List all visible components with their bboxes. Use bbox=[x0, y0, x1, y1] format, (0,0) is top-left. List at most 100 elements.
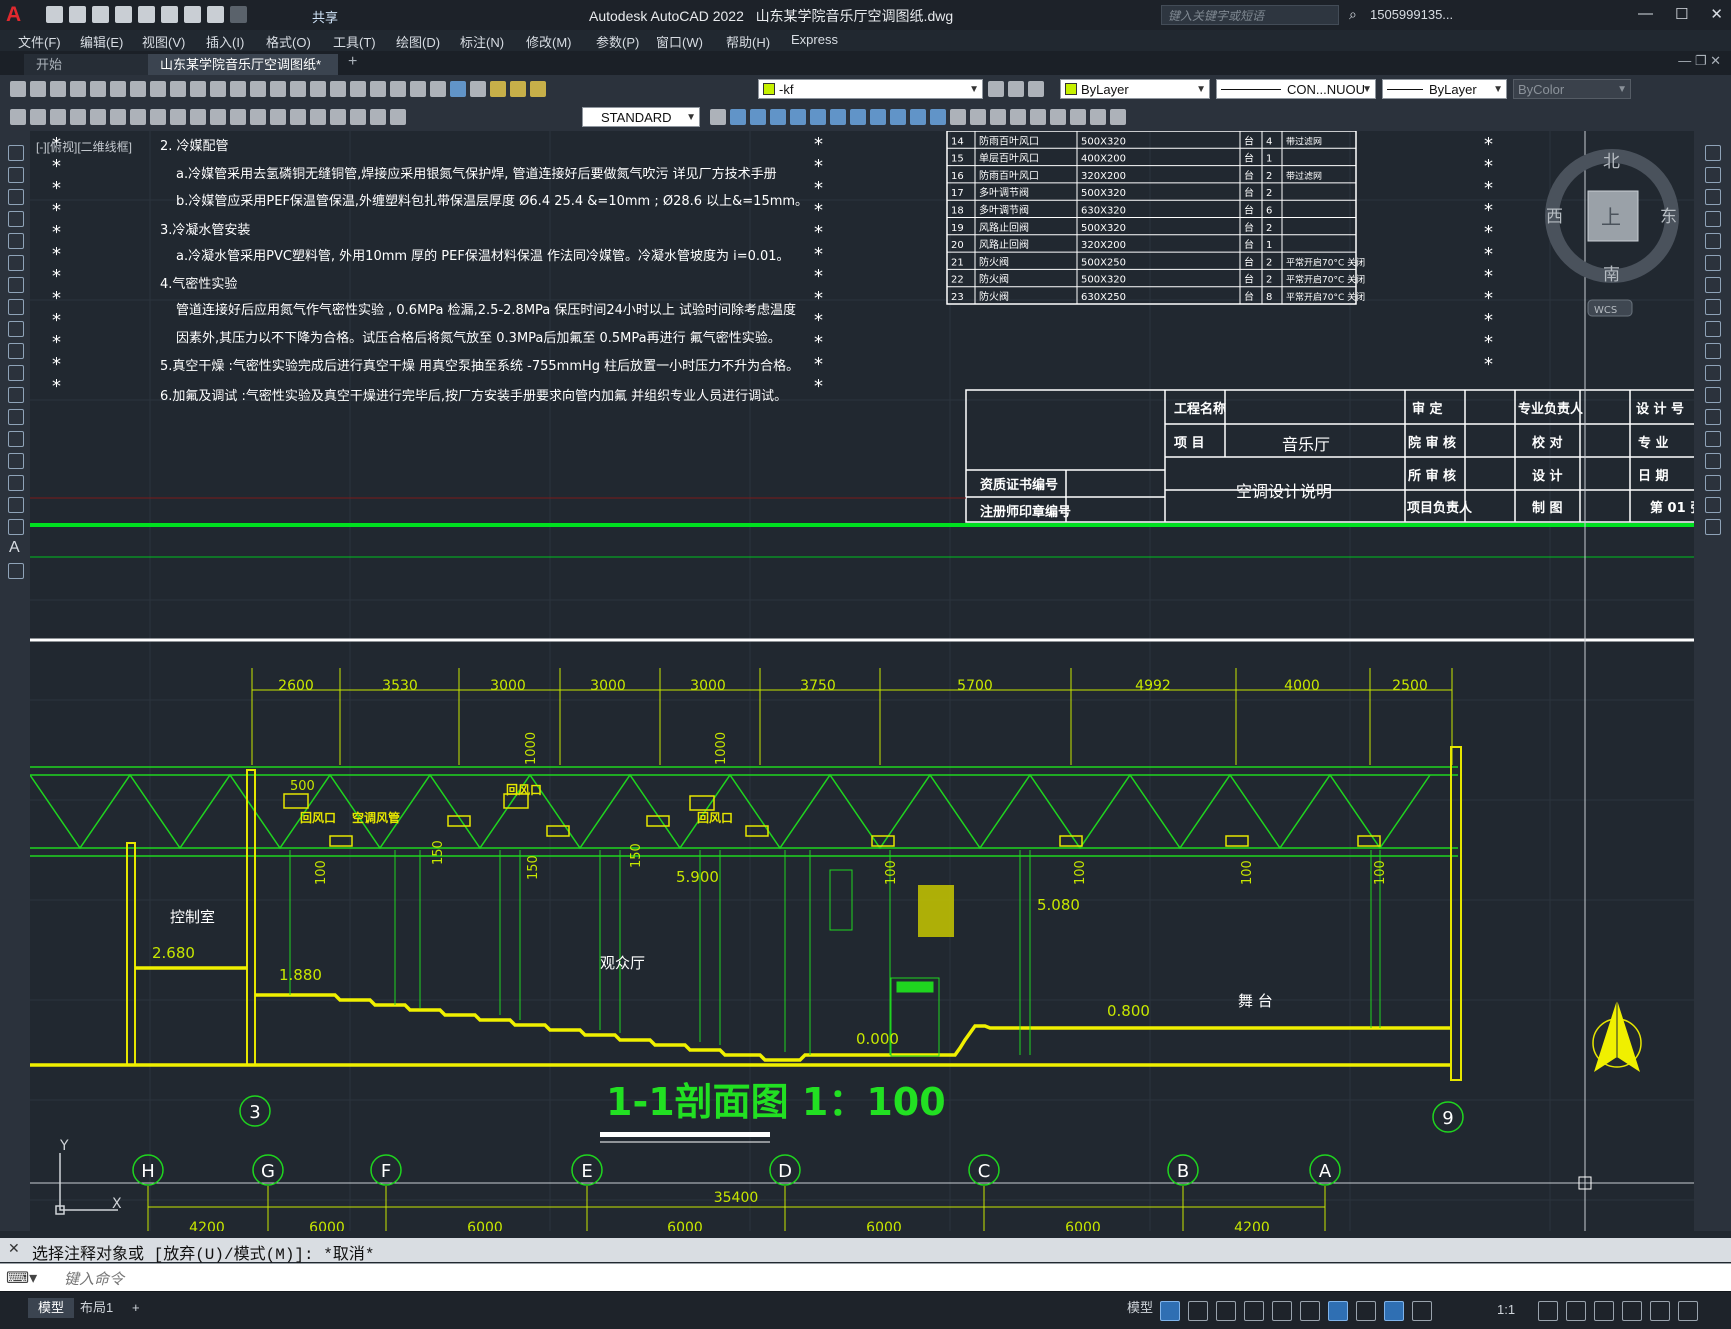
mirror-icon[interactable] bbox=[1705, 189, 1721, 205]
inspection-icon[interactable] bbox=[330, 109, 346, 125]
auto-scale-icon[interactable] bbox=[1412, 1301, 1432, 1321]
make-block-icon[interactable] bbox=[8, 409, 24, 425]
viewcube-south[interactable]: 南 bbox=[1603, 265, 1620, 285]
viewcube-top[interactable]: 上 bbox=[1601, 205, 1621, 229]
plotstyle-dropdown[interactable]: ByColor ▼ bbox=[1513, 79, 1631, 99]
grid-icon[interactable] bbox=[1160, 1301, 1180, 1321]
bring-above-icon[interactable] bbox=[770, 109, 786, 125]
lineweight-icon[interactable] bbox=[1356, 1301, 1376, 1321]
design-center-icon[interactable] bbox=[350, 81, 366, 97]
continue-dim-icon[interactable] bbox=[270, 109, 286, 125]
hardware-accel-icon[interactable] bbox=[1622, 1301, 1642, 1321]
layer-freeze-icon[interactable] bbox=[510, 81, 526, 97]
dim-update-icon[interactable] bbox=[390, 109, 406, 125]
calculator-icon[interactable] bbox=[430, 81, 446, 97]
copy-icon[interactable] bbox=[150, 81, 166, 97]
dim-text-edit-icon[interactable] bbox=[370, 109, 386, 125]
dim-style-icon[interactable] bbox=[710, 109, 726, 125]
add-layout-icon[interactable]: + bbox=[122, 1298, 150, 1318]
object-snap-tracking-icon[interactable] bbox=[1300, 1301, 1320, 1321]
web-save-icon[interactable] bbox=[161, 6, 178, 23]
open-icon[interactable] bbox=[30, 81, 46, 97]
block-editor-icon[interactable] bbox=[950, 109, 966, 125]
layer-lock-icon[interactable] bbox=[530, 81, 546, 97]
menu-window[interactable]: 窗口(W) bbox=[656, 32, 703, 51]
table-icon[interactable] bbox=[10, 109, 26, 125]
zoom-realtime-icon[interactable] bbox=[270, 81, 286, 97]
line-icon[interactable] bbox=[8, 145, 24, 161]
web-open-icon[interactable] bbox=[138, 6, 155, 23]
baseline-dim-icon[interactable] bbox=[250, 109, 266, 125]
explode-icon[interactable] bbox=[1705, 519, 1721, 535]
viewcube-east[interactable]: 东 bbox=[1660, 207, 1677, 227]
spline-icon[interactable] bbox=[8, 321, 24, 337]
refedit-icon[interactable] bbox=[1090, 109, 1106, 125]
linetype-dropdown[interactable]: CON...NUOU ▼ bbox=[1216, 79, 1376, 99]
layer-dropdown[interactable]: -kf ▼ bbox=[758, 79, 983, 99]
xref-icon[interactable] bbox=[970, 109, 986, 125]
erase-icon[interactable] bbox=[1705, 145, 1721, 161]
lineweight-dropdown[interactable]: ByLayer ▼ bbox=[1382, 79, 1507, 99]
jogged-dim-icon[interactable] bbox=[170, 109, 186, 125]
tab-model[interactable]: 模型 bbox=[28, 1298, 75, 1318]
move-icon[interactable] bbox=[1705, 255, 1721, 271]
zoom-window-icon[interactable] bbox=[290, 81, 306, 97]
dim-edit-icon[interactable] bbox=[350, 109, 366, 125]
polygon-icon[interactable] bbox=[8, 211, 24, 227]
layer-previous-icon[interactable] bbox=[1008, 81, 1024, 97]
break-point-icon[interactable] bbox=[1705, 387, 1721, 403]
circle-icon[interactable] bbox=[8, 277, 24, 293]
add-plus-icon[interactable] bbox=[1566, 1301, 1586, 1321]
ellipse-arc-icon[interactable] bbox=[8, 365, 24, 381]
search-icon[interactable]: ⌕ bbox=[1349, 6, 1357, 23]
gradient-icon[interactable] bbox=[8, 475, 24, 491]
blend-icon[interactable] bbox=[1705, 497, 1721, 513]
tool-palettes-icon[interactable] bbox=[370, 81, 386, 97]
properties-icon[interactable] bbox=[330, 81, 346, 97]
join-icon[interactable] bbox=[1705, 431, 1721, 447]
copy-object-icon[interactable] bbox=[1705, 167, 1721, 183]
group-edit-icon[interactable] bbox=[930, 109, 946, 125]
zoom-previous-icon[interactable] bbox=[310, 81, 326, 97]
annotation-visibility-icon[interactable] bbox=[1384, 1301, 1404, 1321]
point-icon[interactable] bbox=[8, 431, 24, 447]
leader-front-icon[interactable] bbox=[830, 109, 846, 125]
tolerance-icon[interactable] bbox=[290, 109, 306, 125]
group-icon[interactable] bbox=[890, 109, 906, 125]
tab-start[interactable]: 开始 bbox=[24, 54, 154, 75]
close-icon[interactable]: ✕ bbox=[1710, 5, 1723, 23]
offset-icon[interactable] bbox=[1705, 211, 1721, 227]
redo-icon[interactable] bbox=[230, 6, 247, 23]
command-input[interactable] bbox=[62, 1268, 1566, 1290]
share-button[interactable]: 共享 bbox=[312, 7, 338, 26]
qnew-icon[interactable] bbox=[10, 81, 26, 97]
document-window-controls[interactable]: — ❐ ✕ bbox=[1678, 53, 1721, 69]
clean-screen-icon[interactable] bbox=[1650, 1301, 1670, 1321]
mtext-icon[interactable]: A bbox=[9, 539, 20, 557]
xline-icon[interactable] bbox=[8, 167, 24, 183]
hatch-back-icon[interactable] bbox=[870, 109, 886, 125]
menu-modify[interactable]: 修改(M) bbox=[526, 32, 572, 51]
drawing-canvas[interactable]: * * * * * * * * * * * * * * * * * * * * * * * * * * * * * * * * * * * 2.… bbox=[30, 131, 1694, 1231]
color-dropdown[interactable]: ByLayer ▼ bbox=[1060, 79, 1210, 99]
angular-dim-icon[interactable] bbox=[210, 109, 226, 125]
dimstyle-dropdown[interactable]: STANDARD ▼ bbox=[582, 107, 700, 127]
aligned-dim-icon[interactable] bbox=[90, 109, 106, 125]
menu-draw[interactable]: 绘图(D) bbox=[396, 32, 440, 51]
ordinate-dim-icon[interactable] bbox=[130, 109, 146, 125]
hatch-icon[interactable] bbox=[8, 453, 24, 469]
arc-length-icon[interactable] bbox=[110, 109, 126, 125]
object-snap-icon[interactable] bbox=[1328, 1301, 1348, 1321]
minimize-icon[interactable]: — bbox=[1638, 5, 1653, 23]
viewcube-north[interactable]: 北 bbox=[1603, 152, 1620, 172]
publish-icon[interactable] bbox=[110, 81, 126, 97]
viewcube-west[interactable]: 西 bbox=[1546, 207, 1563, 227]
workspace-gear-icon[interactable] bbox=[1538, 1301, 1558, 1321]
user-account[interactable]: 1505999135... bbox=[1370, 7, 1453, 22]
isodraft-icon[interactable] bbox=[1272, 1301, 1292, 1321]
save-as-icon[interactable] bbox=[115, 6, 132, 23]
layer-properties-icon[interactable] bbox=[470, 81, 486, 97]
rotate-icon[interactable] bbox=[1705, 277, 1721, 293]
add-selected-icon[interactable] bbox=[8, 563, 24, 579]
polyline-icon[interactable] bbox=[8, 189, 24, 205]
